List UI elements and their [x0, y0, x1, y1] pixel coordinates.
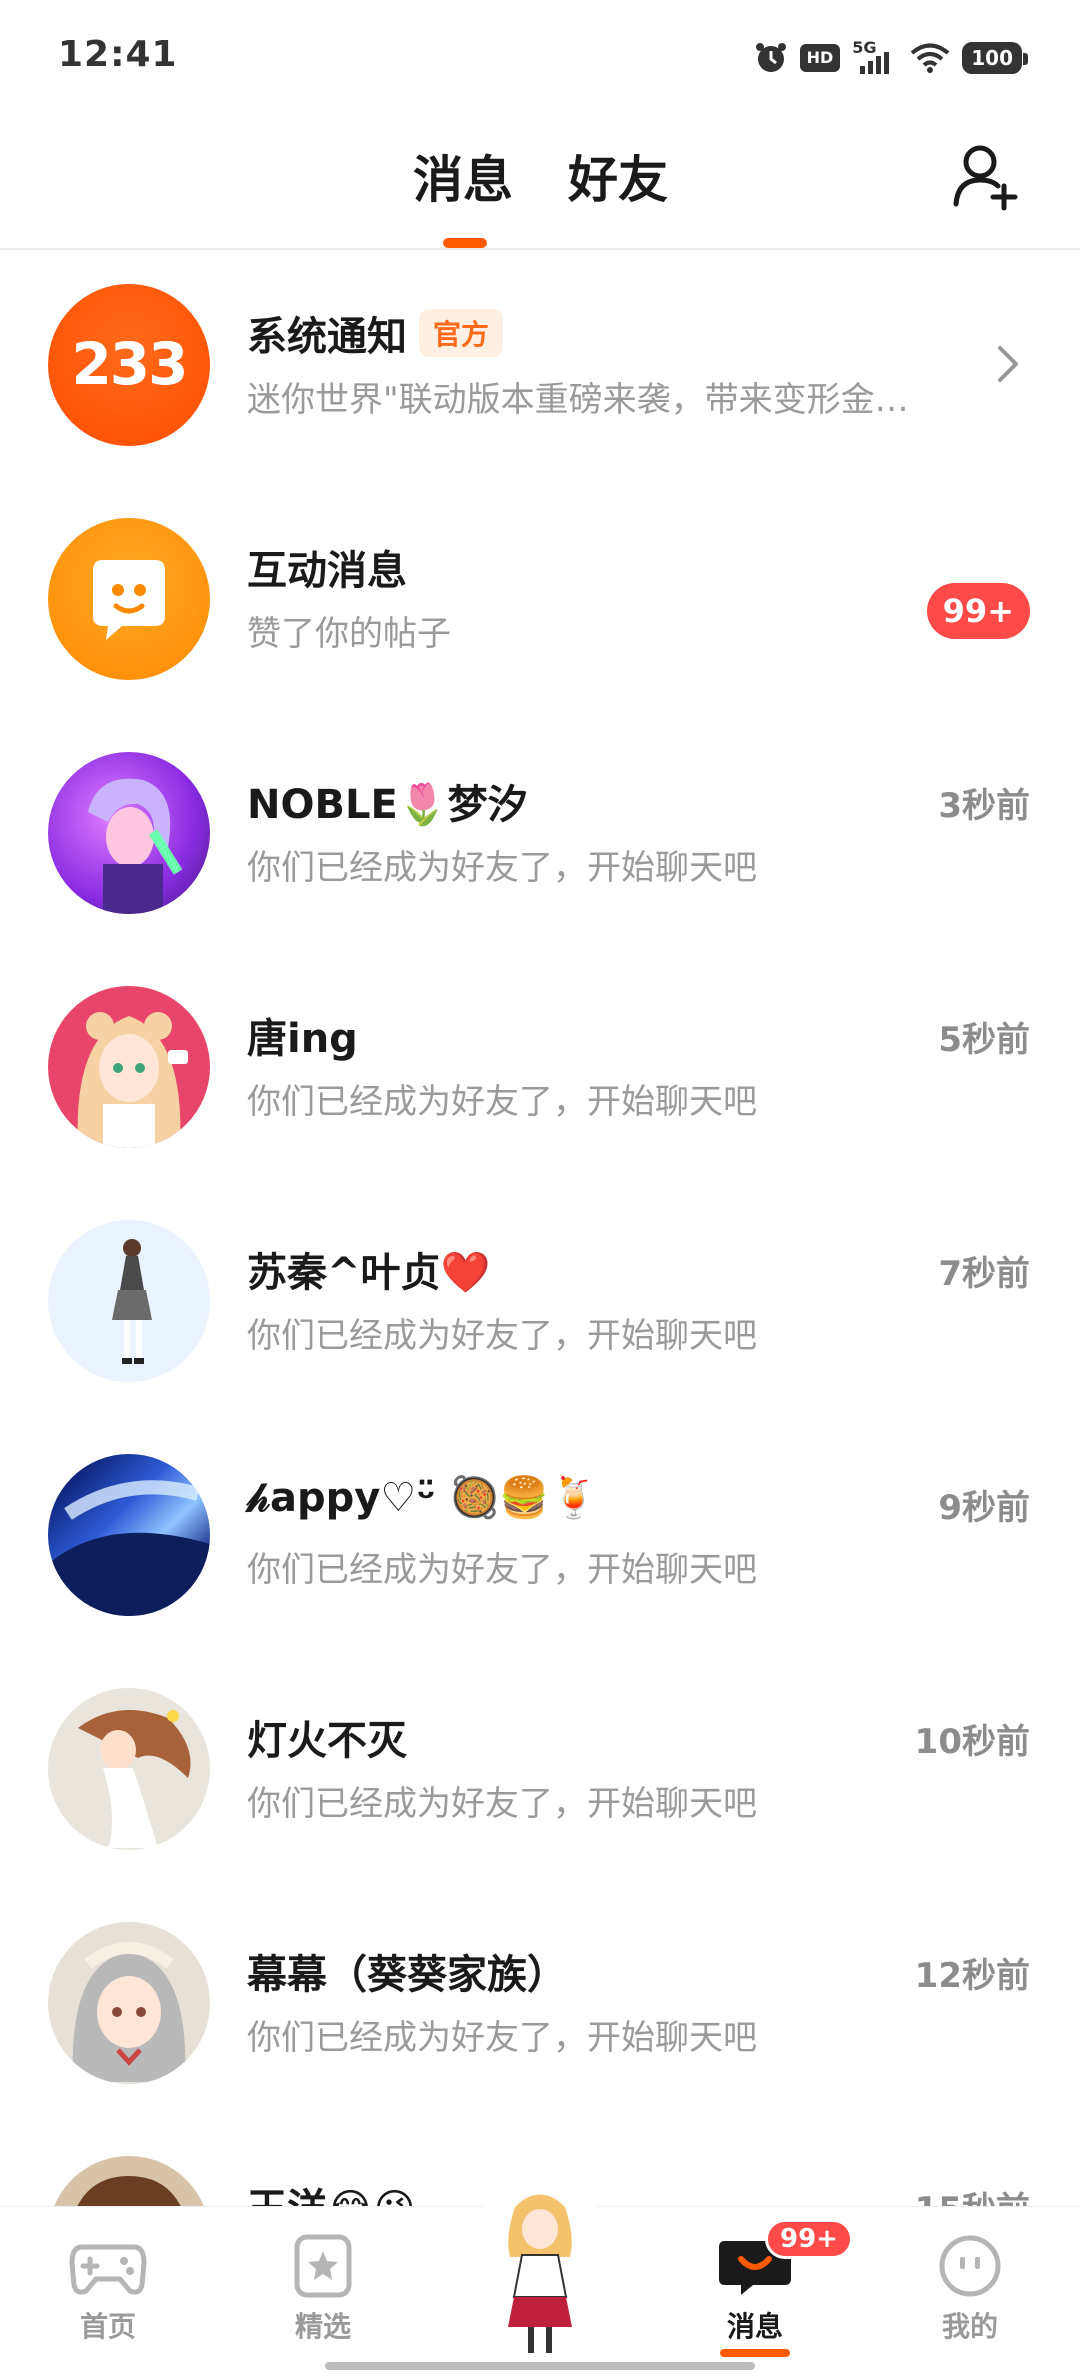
- conversation-name: NOBLE🌷梦汐: [247, 782, 528, 828]
- chevron-right-icon: [994, 342, 1022, 386]
- status-bar: 12:41 HD 5G 100: [0, 0, 1080, 110]
- message-time: 5秒前: [938, 1020, 1030, 1060]
- nav-featured[interactable]: 精选: [253, 2233, 393, 2345]
- conversation-preview: 迷你世界"联动版本重磅来袭，带来变形金…: [247, 380, 909, 420]
- nav-messages-label: 消息: [726, 2310, 783, 2343]
- conversation-preview: 赞了你的帖子: [247, 614, 451, 654]
- conversation-name: 苏秦^叶贞❤️: [247, 1250, 491, 1296]
- avatar: [48, 1220, 210, 1382]
- battery-icon: 100: [962, 42, 1028, 74]
- chat-bubble-icon: [93, 560, 165, 640]
- avatar-interactions: [48, 518, 210, 680]
- nav-messages[interactable]: 99+ 消息: [685, 2219, 853, 2357]
- nav-active-indicator: [720, 2349, 790, 2357]
- conversation-preview: 你们已经成为好友了，开始聊天吧: [247, 1550, 757, 1590]
- star-icon: [294, 2234, 352, 2298]
- character-avatar[interactable]: [470, 2177, 610, 2367]
- message-time: 10秒前: [914, 1722, 1030, 1762]
- wifi-icon: [910, 42, 950, 74]
- tab-messages[interactable]: 消息: [413, 140, 513, 212]
- nav-me-label: 我的: [941, 2310, 998, 2343]
- list-item-system[interactable]: 233 系统通知 官方 迷你世界"联动版本重磅来袭，带来变形金…: [0, 250, 1080, 484]
- gamepad-icon: [69, 2244, 147, 2295]
- avatar: [48, 1922, 210, 2084]
- conversation-preview: 你们已经成为好友了，开始聊天吧: [247, 1784, 757, 1824]
- conversation-name: 系统通知 官方: [247, 304, 504, 362]
- unread-badge: 99+: [926, 583, 1030, 639]
- conversation-name: 互动消息: [247, 548, 407, 594]
- message-time: 12秒前: [914, 1956, 1030, 1996]
- alarm-icon: [754, 41, 788, 75]
- list-item[interactable]: 灯火不灭 你们已经成为好友了，开始聊天吧 10秒前: [0, 1654, 1080, 1888]
- conversation-preview: 你们已经成为好友了，开始聊天吧: [247, 1082, 757, 1122]
- list-item[interactable]: 苏秦^叶贞❤️ 你们已经成为好友了，开始聊天吧 7秒前: [0, 1186, 1080, 1420]
- message-time: 9秒前: [938, 1488, 1030, 1528]
- status-time: 12:41: [58, 34, 178, 75]
- conversation-preview: 你们已经成为好友了，开始聊天吧: [247, 1316, 757, 1356]
- nav-me[interactable]: 我的: [900, 2233, 1040, 2345]
- avatar: [48, 752, 210, 914]
- conversation-name: 𝒽appy♡ᵕ̈ 🥘🍔🍹: [247, 1475, 600, 1521]
- conversation-name: 幕幕（葵葵家族）: [247, 1952, 567, 1998]
- header: 消息 好友: [0, 110, 1080, 250]
- face-icon: [939, 2235, 1001, 2297]
- signal-icon: 5G: [852, 38, 898, 76]
- home-indicator: [325, 2362, 755, 2370]
- hd-icon: HD: [799, 44, 841, 72]
- list-item[interactable]: NOBLE🌷梦汐 你们已经成为好友了，开始聊天吧 3秒前: [0, 718, 1080, 952]
- status-icons: HD 5G 100: [754, 38, 1028, 78]
- conversation-name-text: 系统通知: [247, 314, 407, 360]
- avatar: [48, 1454, 210, 1616]
- list-item[interactable]: 唐ing 你们已经成为好友了，开始聊天吧 5秒前: [0, 952, 1080, 1186]
- list-item[interactable]: 𝒽appy♡ᵕ̈ 🥘🍔🍹 你们已经成为好友了，开始聊天吧 9秒前: [0, 1420, 1080, 1654]
- message-time: 7秒前: [938, 1254, 1030, 1294]
- list-item-interactions[interactable]: 互动消息 赞了你的帖子 99+: [0, 484, 1080, 718]
- list-item[interactable]: 幕幕（葵葵家族） 你们已经成为好友了，开始聊天吧 12秒前: [0, 1888, 1080, 2122]
- avatar: [48, 986, 210, 1148]
- tab-friends[interactable]: 好友: [568, 140, 668, 212]
- active-tab-indicator: [443, 238, 487, 248]
- conversation-preview: 你们已经成为好友了，开始聊天吧: [247, 848, 757, 888]
- avatar-system-text: 233: [71, 330, 188, 398]
- message-time: 3秒前: [938, 786, 1030, 826]
- conversation-list: 233 系统通知 官方 迷你世界"联动版本重磅来袭，带来变形金… 互动消息 赞了…: [0, 250, 1080, 2356]
- conversation-name: 唐ing: [247, 1016, 358, 1062]
- nav-home-label: 首页: [79, 2310, 136, 2343]
- conversation-preview: 你们已经成为好友了，开始聊天吧: [247, 2018, 757, 2058]
- bottom-nav: 首页 精选 99+ 消息 我的: [0, 2177, 1080, 2376]
- conversation-name: 灯火不灭: [247, 1718, 407, 1764]
- avatar: [48, 1688, 210, 1850]
- nav-messages-badge: 99+: [765, 2219, 853, 2259]
- nav-home[interactable]: 首页: [38, 2233, 178, 2345]
- add-user-icon[interactable]: [952, 142, 1018, 212]
- official-badge: 官方: [419, 309, 504, 357]
- nav-featured-label: 精选: [294, 2310, 351, 2343]
- avatar-system: 233: [48, 284, 210, 446]
